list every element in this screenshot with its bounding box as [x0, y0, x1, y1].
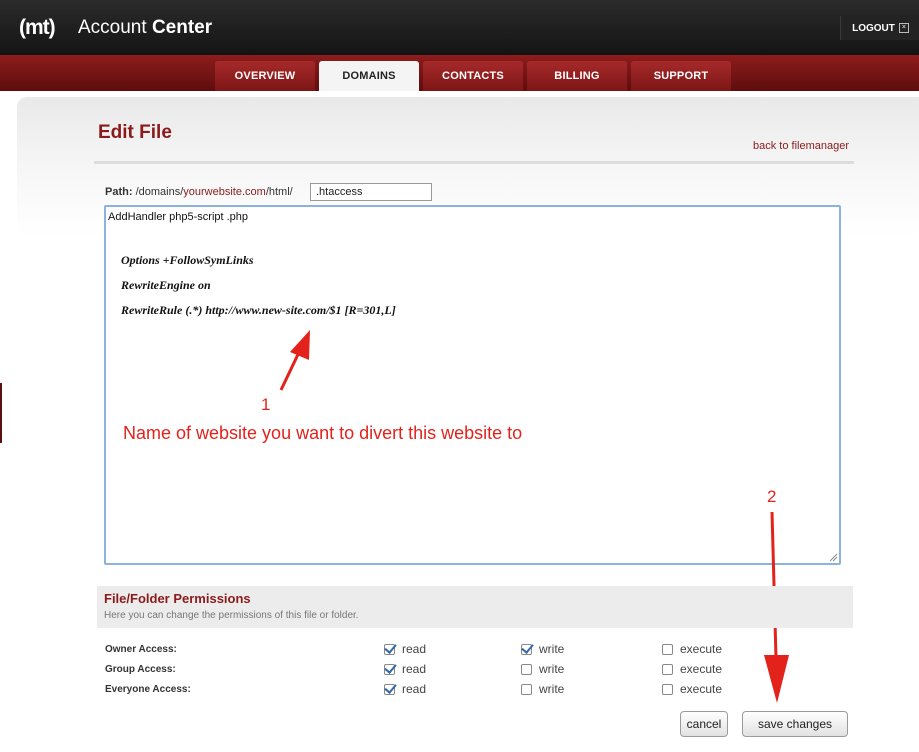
tab-domains[interactable]: DOMAINS	[319, 61, 419, 91]
permission-row-label: Owner Access:	[105, 644, 177, 655]
checkbox-label: read	[402, 662, 427, 676]
checkbox-checked[interactable]	[384, 663, 395, 675]
title-divider	[94, 161, 854, 164]
code-line-addhandler: AddHandler php5-script .php	[108, 211, 249, 223]
file-editor-textarea[interactable]: AddHandler php5-script .php Options +Fol…	[104, 205, 841, 565]
app-title: Account Center	[78, 17, 212, 39]
checkbox-label: read	[402, 642, 427, 656]
permission-row-label: Everyone Access:	[105, 684, 191, 695]
cancel-button[interactable]: cancel	[680, 711, 728, 737]
annotation-note: Name of website you want to divert this …	[123, 423, 523, 443]
group-execute-checkbox[interactable]: execute	[662, 662, 722, 676]
back-to-filemanager-link[interactable]: back to filemanager	[753, 140, 849, 152]
group-write-checkbox[interactable]: write	[521, 662, 564, 676]
path-site: yourwebsite.com	[183, 186, 266, 198]
checkbox-unchecked[interactable]	[521, 683, 532, 695]
save-changes-button[interactable]: save changes	[742, 711, 848, 737]
code-line-options: Options +FollowSymLinks	[121, 253, 254, 267]
checkbox-label: write	[539, 642, 565, 656]
checkbox-checked[interactable]	[384, 683, 395, 695]
checkbox-unchecked[interactable]	[521, 663, 532, 675]
checkbox-label: write	[539, 682, 565, 696]
mt-logo[interactable]: (mt)	[19, 16, 56, 40]
permission-row-label: Group Access:	[105, 664, 176, 675]
permission-row-everyone: Everyone Access: read write execute	[0, 682, 919, 698]
tab-contacts[interactable]: CONTACTS	[423, 61, 523, 91]
everyone-execute-checkbox[interactable]: execute	[662, 682, 722, 696]
page-title: Edit File	[98, 122, 172, 143]
code-line-rewrite-engine: RewriteEngine on	[121, 278, 211, 292]
checkbox-checked[interactable]	[384, 643, 395, 655]
checkbox-label: read	[402, 682, 427, 696]
permissions-description: Here you can change the permissions of t…	[104, 610, 359, 621]
tab-billing[interactable]: BILLING	[527, 61, 627, 91]
annotation-marker-2: 2	[767, 487, 777, 506]
everyone-read-checkbox[interactable]: read	[384, 682, 426, 696]
checkbox-label: execute	[680, 662, 723, 676]
everyone-write-checkbox[interactable]: write	[521, 682, 564, 696]
app-title-plain: Account	[78, 17, 147, 38]
checkbox-label: execute	[680, 642, 723, 656]
path-prefix: /domains/	[135, 186, 184, 198]
resize-grip-icon[interactable]	[829, 553, 838, 562]
permissions-title: File/Folder Permissions	[104, 591, 251, 606]
tab-support[interactable]: SUPPORT	[631, 61, 731, 91]
path-label: Path:	[105, 186, 133, 198]
owner-write-checkbox[interactable]: write	[521, 642, 564, 656]
code-line-rewrite-rule: RewriteRule (.*) http://www.new-site.com…	[121, 303, 396, 317]
permission-row-owner: Owner Access: read write execute	[0, 642, 919, 658]
checkbox-unchecked[interactable]	[662, 663, 673, 675]
owner-read-checkbox[interactable]: read	[384, 642, 426, 656]
checkbox-checked[interactable]	[521, 643, 532, 655]
filename-input[interactable]: .htaccess	[310, 183, 432, 201]
checkbox-unchecked[interactable]	[662, 683, 673, 695]
checkbox-label: execute	[680, 682, 723, 696]
owner-execute-checkbox[interactable]: execute	[662, 642, 722, 656]
path-row: Path: /domains/yourwebsite.com/html/	[105, 186, 293, 198]
permission-row-group: Group Access: read write execute	[0, 662, 919, 678]
logout-button[interactable]: LOGOUT ×	[840, 16, 919, 40]
window-edge	[0, 383, 2, 443]
checkbox-unchecked[interactable]	[662, 643, 673, 655]
app-title-bold: Center	[151, 17, 213, 38]
path-suffix: /html/	[265, 186, 293, 198]
checkbox-label: write	[539, 662, 565, 676]
logout-label: LOGOUT	[852, 22, 895, 34]
annotation-marker-1: 1	[261, 395, 271, 414]
group-read-checkbox[interactable]: read	[384, 662, 426, 676]
tab-overview[interactable]: OVERVIEW	[215, 61, 315, 91]
close-icon: ×	[898, 23, 909, 33]
